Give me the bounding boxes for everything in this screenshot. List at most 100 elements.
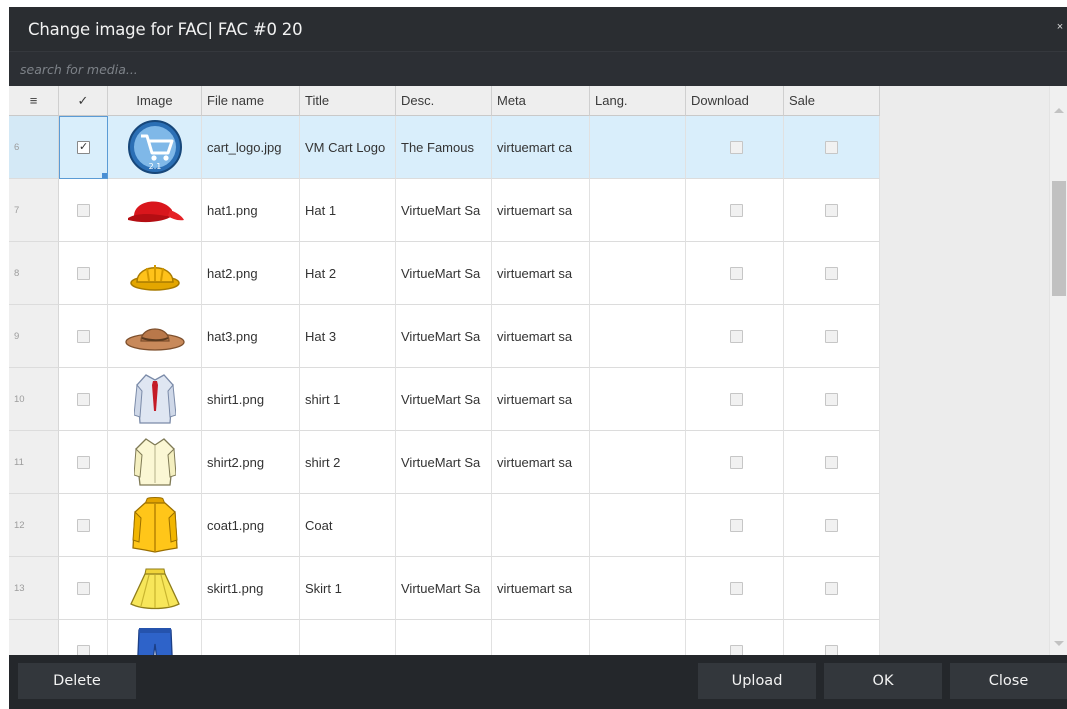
table-row[interactable]: 9 hat3.png Hat 3 VirtueMart Sa virtuemart sa bbox=[9, 305, 880, 368]
sale-checkbox[interactable] bbox=[825, 393, 838, 406]
download-cell[interactable] bbox=[686, 116, 784, 179]
lang-cell[interactable] bbox=[590, 431, 686, 494]
row-select-cell[interactable] bbox=[59, 620, 108, 655]
column-header-meta[interactable]: Meta bbox=[492, 86, 590, 116]
lang-cell[interactable] bbox=[590, 494, 686, 557]
desc-cell[interactable]: VirtueMart Sa bbox=[396, 368, 492, 431]
sale-cell[interactable] bbox=[784, 368, 880, 431]
vertical-scrollbar[interactable] bbox=[1049, 86, 1067, 655]
row-select-checkbox[interactable] bbox=[77, 141, 90, 154]
column-header-download[interactable]: Download bbox=[686, 86, 784, 116]
sale-cell[interactable] bbox=[784, 431, 880, 494]
lang-cell[interactable] bbox=[590, 242, 686, 305]
file-name-cell[interactable] bbox=[202, 620, 300, 655]
sale-checkbox[interactable] bbox=[825, 519, 838, 532]
table-row[interactable]: 13 skirt1.png Skirt 1 VirtueMart Sa virtuema… bbox=[9, 557, 880, 620]
sale-cell[interactable] bbox=[784, 179, 880, 242]
row-select-checkbox[interactable] bbox=[77, 393, 90, 406]
sale-checkbox[interactable] bbox=[825, 582, 838, 595]
title-cell[interactable]: Hat 3 bbox=[300, 305, 396, 368]
column-header-file-name[interactable]: File name bbox=[202, 86, 300, 116]
column-menu-icon[interactable]: ≡ bbox=[9, 86, 59, 116]
close-icon[interactable]: × bbox=[1055, 21, 1065, 33]
download-checkbox[interactable] bbox=[730, 393, 743, 406]
file-name-cell[interactable]: shirt1.png bbox=[202, 368, 300, 431]
row-select-cell[interactable] bbox=[59, 431, 108, 494]
download-checkbox[interactable] bbox=[730, 456, 743, 469]
desc-cell[interactable]: VirtueMart Sa bbox=[396, 305, 492, 368]
image-cell[interactable] bbox=[108, 557, 202, 620]
desc-cell[interactable] bbox=[396, 494, 492, 557]
image-cell[interactable] bbox=[108, 305, 202, 368]
sale-checkbox[interactable] bbox=[825, 645, 838, 655]
row-select-cell[interactable] bbox=[59, 305, 108, 368]
row-select-checkbox[interactable] bbox=[77, 204, 90, 217]
table-row[interactable] bbox=[9, 620, 880, 655]
download-checkbox[interactable] bbox=[730, 267, 743, 280]
lang-cell[interactable] bbox=[590, 368, 686, 431]
scroll-up-icon[interactable] bbox=[1054, 108, 1064, 113]
sale-cell[interactable] bbox=[784, 242, 880, 305]
title-cell[interactable]: VM Cart Logo bbox=[300, 116, 396, 179]
row-select-checkbox[interactable] bbox=[77, 330, 90, 343]
meta-cell[interactable]: virtuemart sa bbox=[492, 242, 590, 305]
download-checkbox[interactable] bbox=[730, 519, 743, 532]
sale-checkbox[interactable] bbox=[825, 330, 838, 343]
title-cell[interactable]: Coat bbox=[300, 494, 396, 557]
image-cell[interactable] bbox=[108, 368, 202, 431]
title-cell[interactable] bbox=[300, 620, 396, 655]
row-select-checkbox[interactable] bbox=[77, 267, 90, 280]
scrollbar-thumb[interactable] bbox=[1052, 181, 1066, 296]
file-name-cell[interactable]: coat1.png bbox=[202, 494, 300, 557]
sale-checkbox[interactable] bbox=[825, 204, 838, 217]
file-name-cell[interactable]: shirt2.png bbox=[202, 431, 300, 494]
sale-cell[interactable] bbox=[784, 557, 880, 620]
lang-cell[interactable] bbox=[590, 179, 686, 242]
desc-cell[interactable]: VirtueMart Sa bbox=[396, 431, 492, 494]
download-cell[interactable] bbox=[686, 242, 784, 305]
meta-cell[interactable]: virtuemart sa bbox=[492, 179, 590, 242]
file-name-cell[interactable]: skirt1.png bbox=[202, 557, 300, 620]
lang-cell[interactable] bbox=[590, 557, 686, 620]
title-cell[interactable]: Hat 1 bbox=[300, 179, 396, 242]
image-cell[interactable] bbox=[108, 620, 202, 655]
table-row[interactable]: 10 shirt1.png shirt 1 VirtueMart Sa virtuema… bbox=[9, 368, 880, 431]
image-cell[interactable] bbox=[108, 242, 202, 305]
file-name-cell[interactable]: cart_logo.jpg bbox=[202, 116, 300, 179]
row-select-cell[interactable] bbox=[59, 242, 108, 305]
download-cell[interactable] bbox=[686, 620, 784, 655]
meta-cell[interactable]: virtuemart sa bbox=[492, 431, 590, 494]
close-button[interactable]: Close bbox=[950, 663, 1067, 699]
row-select-checkbox[interactable] bbox=[77, 645, 90, 655]
download-cell[interactable] bbox=[686, 368, 784, 431]
sale-cell[interactable] bbox=[784, 494, 880, 557]
ok-button[interactable]: OK bbox=[824, 663, 942, 699]
sale-cell[interactable] bbox=[784, 116, 880, 179]
meta-cell[interactable]: virtuemart sa bbox=[492, 368, 590, 431]
meta-cell[interactable]: virtuemart ca bbox=[492, 116, 590, 179]
column-header-sale[interactable]: Sale bbox=[784, 86, 880, 116]
image-cell[interactable] bbox=[108, 179, 202, 242]
title-cell[interactable]: Hat 2 bbox=[300, 242, 396, 305]
meta-cell[interactable] bbox=[492, 494, 590, 557]
table-row[interactable]: 11 shirt2.png shirt 2 VirtueMart Sa virtuema… bbox=[9, 431, 880, 494]
lang-cell[interactable] bbox=[590, 620, 686, 655]
desc-cell[interactable]: VirtueMart Sa bbox=[396, 179, 492, 242]
row-select-cell[interactable] bbox=[59, 116, 108, 179]
row-select-cell[interactable] bbox=[59, 179, 108, 242]
meta-cell[interactable]: virtuemart sa bbox=[492, 557, 590, 620]
sale-checkbox[interactable] bbox=[825, 267, 838, 280]
table-row[interactable]: 6 2.1 cart_logo.jpgVM Cart LogoThe Famousv… bbox=[9, 116, 880, 179]
column-header-image[interactable]: Image bbox=[108, 86, 202, 116]
desc-cell[interactable]: VirtueMart Sa bbox=[396, 557, 492, 620]
sale-cell[interactable] bbox=[784, 305, 880, 368]
meta-cell[interactable] bbox=[492, 620, 590, 655]
delete-button[interactable]: Delete bbox=[18, 663, 136, 699]
lang-cell[interactable] bbox=[590, 116, 686, 179]
download-checkbox[interactable] bbox=[730, 645, 743, 655]
image-cell[interactable]: 2.1 bbox=[108, 116, 202, 179]
title-cell[interactable]: shirt 2 bbox=[300, 431, 396, 494]
desc-cell[interactable]: VirtueMart Sa bbox=[396, 242, 492, 305]
title-cell[interactable]: Skirt 1 bbox=[300, 557, 396, 620]
table-row[interactable]: 8 hat2.png Hat 2 VirtueMart Sa virtuemart sa bbox=[9, 242, 880, 305]
